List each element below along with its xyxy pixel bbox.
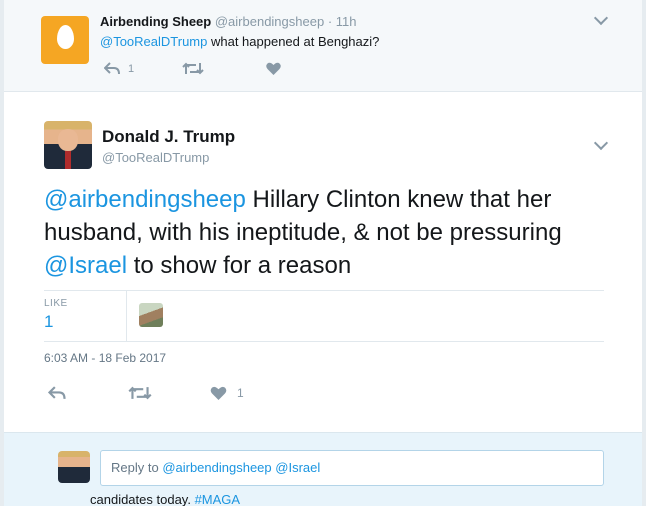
reply-mention-1: @airbendingsheep	[162, 460, 272, 475]
tweet-timestamp[interactable]: 6:03 AM - 18 Feb 2017	[44, 351, 166, 365]
reply-icon	[104, 62, 120, 75]
author-handle[interactable]: @TooRealDTrump	[102, 150, 209, 165]
reply-area: Reply to @airbendingsheep @Israel candid…	[4, 432, 642, 506]
parent-tweet-body: what happened at Benghazi?	[207, 34, 380, 49]
mention-link-israel[interactable]: @Israel	[44, 252, 127, 279]
likes-label: LIKE	[44, 298, 68, 309]
underlying-hashtag[interactable]: #MAGA	[195, 492, 241, 506]
like-button[interactable]	[266, 62, 281, 75]
parent-tweet-time[interactable]: · 11h	[328, 14, 357, 29]
tweet-text: @airbendingsheep Hillary Clinton knew th…	[44, 183, 604, 282]
chevron-down-icon[interactable]	[593, 135, 609, 151]
retweet-icon	[182, 62, 204, 75]
parent-tweet-text: @TooRealDTrump what happened at Benghazi…	[100, 34, 379, 49]
retweet-icon	[128, 386, 152, 400]
reply-input[interactable]: Reply to @airbendingsheep @Israel	[100, 450, 604, 486]
tweet-stats: LIKE 1	[44, 290, 604, 342]
egg-avatar[interactable]	[41, 16, 89, 64]
author-avatar[interactable]	[44, 121, 92, 169]
parent-mention-link[interactable]: @TooRealDTrump	[100, 34, 207, 49]
tweet-body-2: to show for a reason	[127, 252, 352, 279]
reply-button[interactable]: 1	[104, 62, 134, 75]
underlying-timeline-text: candidates today. #MAGA	[90, 492, 240, 506]
likes-count-link[interactable]: 1	[44, 312, 53, 332]
chevron-down-icon[interactable]	[593, 10, 609, 26]
author-name[interactable]: Donald J. Trump	[102, 127, 235, 147]
tweet-dialog: Airbending Sheep @airbendingsheep · 11h …	[4, 0, 642, 506]
underlying-text: candidates today.	[90, 492, 195, 506]
reply-prefix: Reply to	[111, 460, 163, 475]
liker-avatar[interactable]	[139, 303, 163, 327]
heart-icon	[210, 386, 227, 400]
parent-tweet[interactable]: Airbending Sheep @airbendingsheep · 11h …	[4, 0, 642, 92]
like-button[interactable]: 1	[210, 386, 244, 400]
egg-icon	[57, 25, 74, 49]
parent-tweet-header: Airbending Sheep @airbendingsheep · 11h	[100, 14, 357, 29]
heart-icon	[266, 62, 281, 75]
reply-count: 1	[128, 62, 135, 75]
parent-author-name[interactable]: Airbending Sheep	[100, 14, 211, 29]
retweet-button[interactable]	[128, 386, 152, 400]
like-count: 1	[237, 386, 244, 400]
current-user-avatar	[58, 451, 90, 483]
avatar-face	[58, 129, 78, 151]
reply-icon	[48, 386, 66, 399]
mention-link-airbendingsheep[interactable]: @airbendingsheep	[44, 186, 246, 213]
avatar-tie	[65, 151, 71, 169]
stats-divider	[126, 291, 127, 342]
parent-author-handle[interactable]: @airbendingsheep	[215, 14, 324, 29]
retweet-button[interactable]	[182, 62, 204, 75]
reply-button[interactable]	[48, 386, 66, 400]
reply-mention-2: @Israel	[275, 460, 321, 475]
